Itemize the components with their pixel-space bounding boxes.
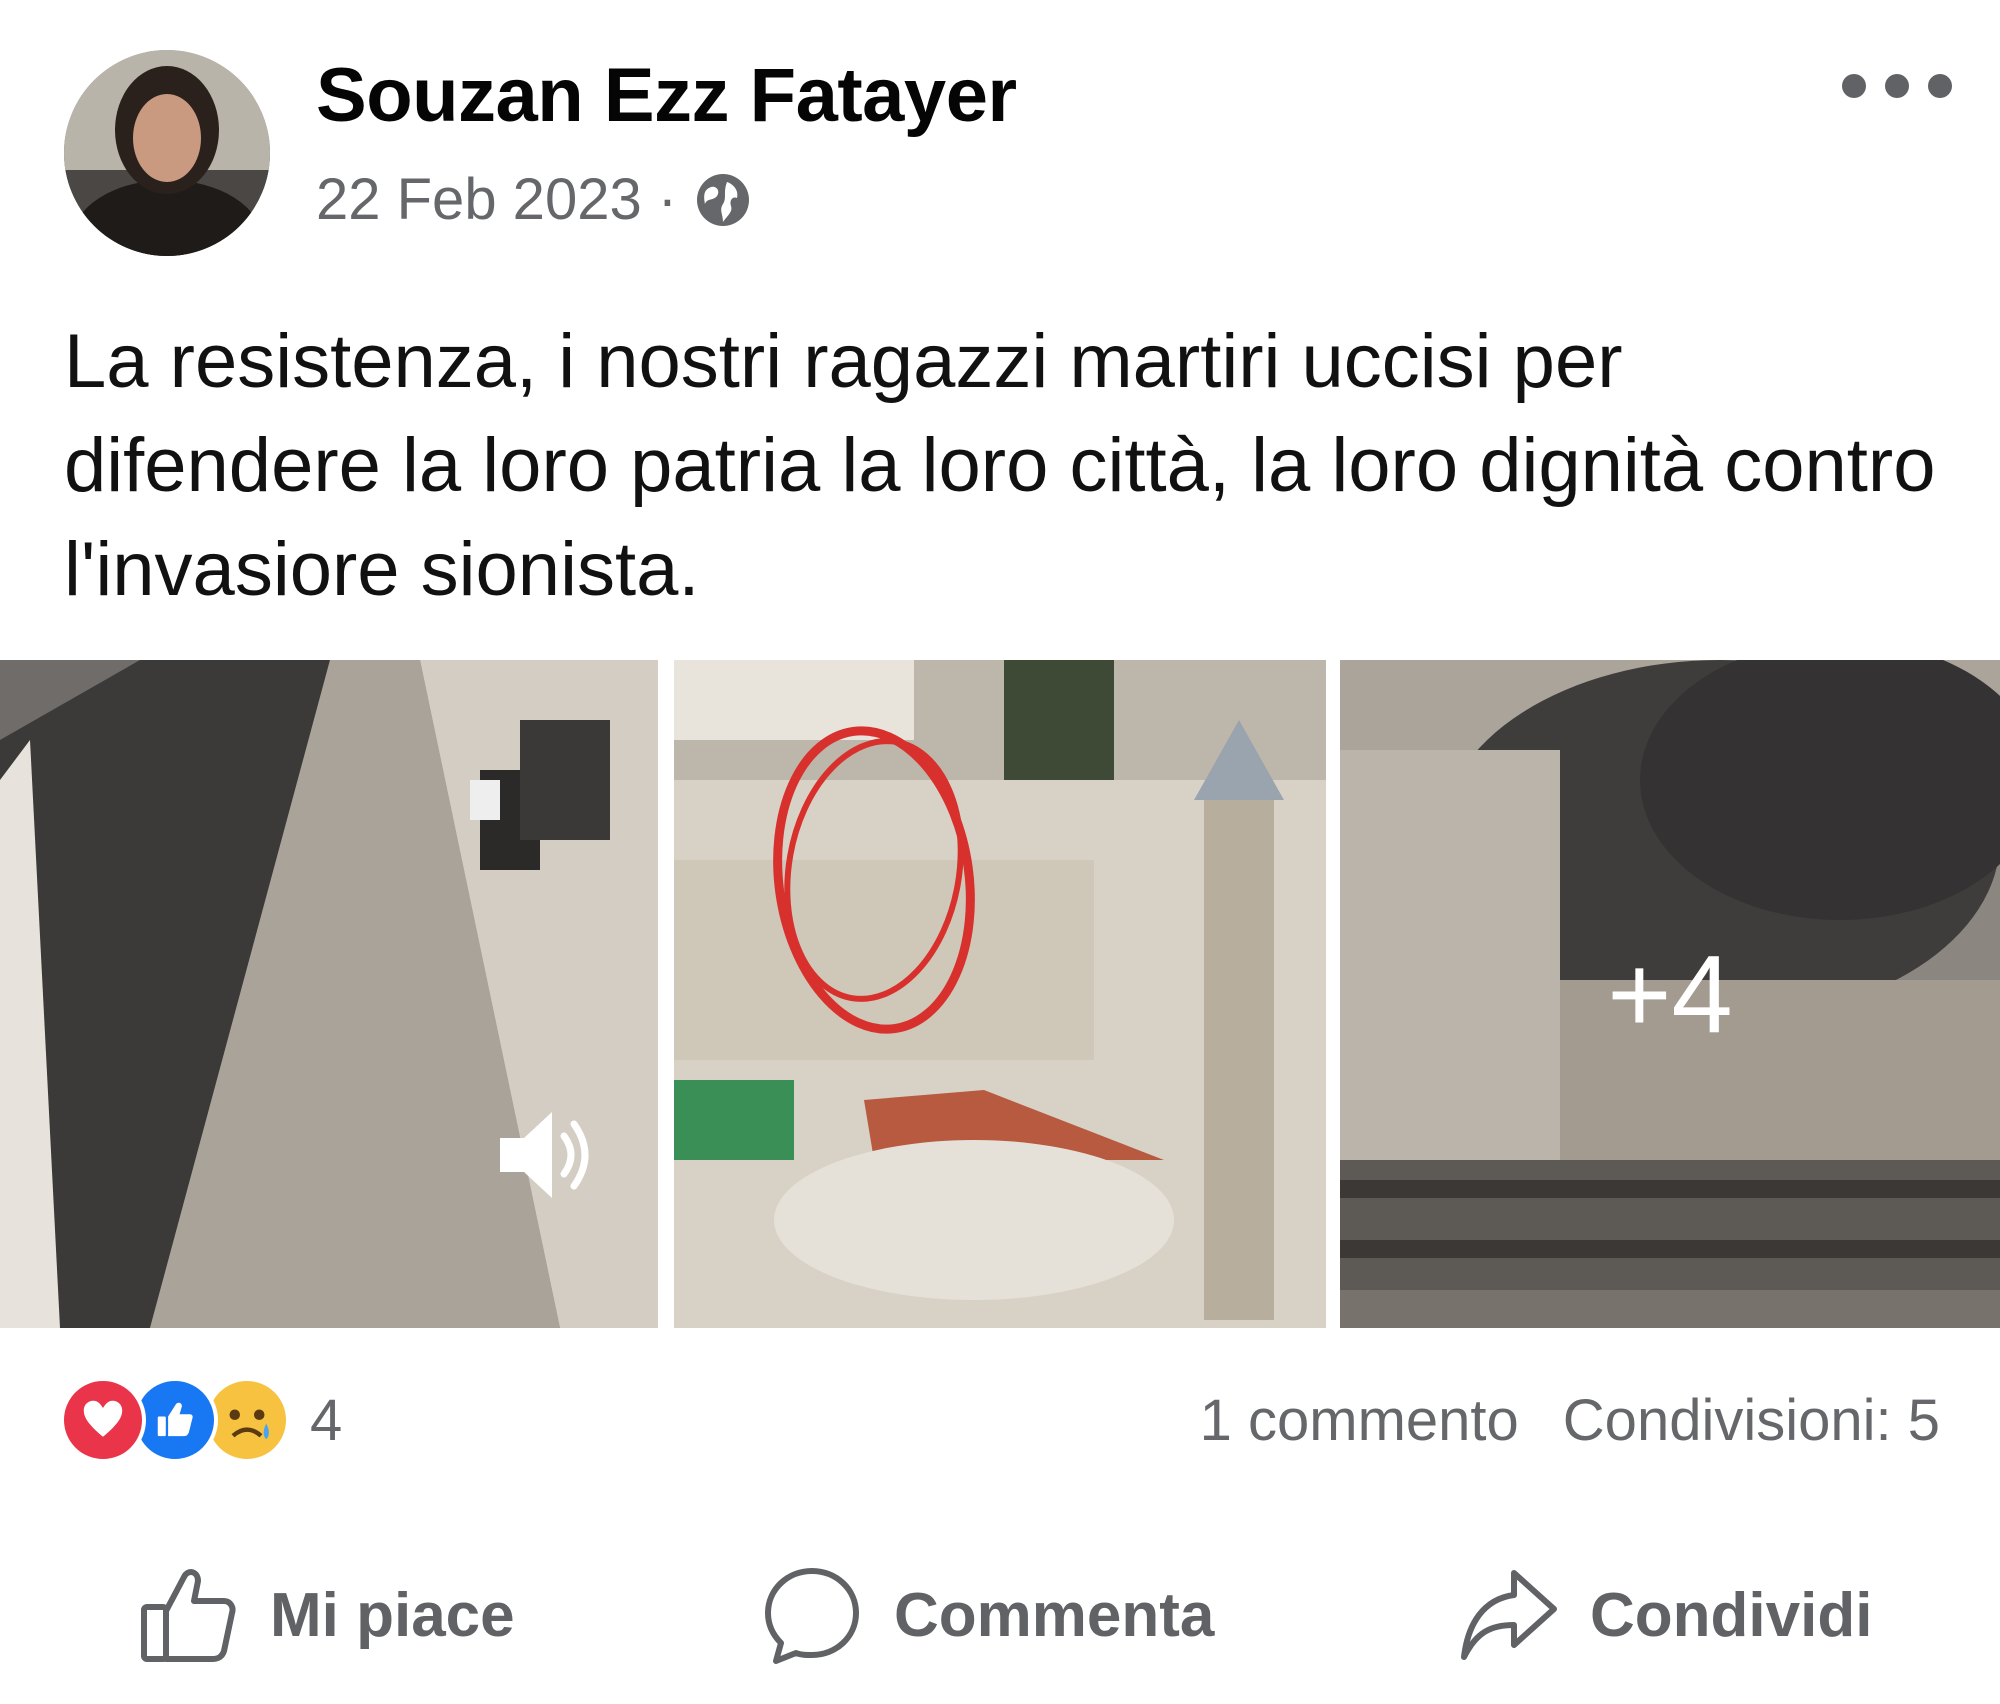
meta-separator: · <box>657 167 678 232</box>
more-options-button[interactable] <box>1842 66 1952 106</box>
love-icon <box>60 1377 146 1463</box>
post-meta: 22 Feb 2023 · <box>316 166 753 233</box>
thumbs-up-icon <box>141 1569 236 1662</box>
comments-count[interactable]: 1 commento <box>1200 1387 1519 1454</box>
post-text: La resistenza, i nostri ragazzi martiri … <box>64 319 1936 612</box>
reactions-summary[interactable]: 4 <box>60 1370 342 1470</box>
media-grid: +4 <box>0 660 2000 1328</box>
post-stats: 4 1 commento Condivisioni: 5 <box>60 1370 1940 1470</box>
media-photo-2[interactable] <box>674 660 1326 1328</box>
post-date[interactable]: 22 Feb 2023 <box>316 166 642 233</box>
globe-icon[interactable] <box>693 170 753 230</box>
media-video-1[interactable] <box>0 660 658 1328</box>
action-bar: Mi piace Commenta Condividi <box>0 1560 2000 1670</box>
share-button[interactable]: Condividi <box>1456 1560 1872 1670</box>
author-name[interactable]: Souzan Ezz Fatayer <box>316 52 1017 139</box>
comment-icon <box>765 1568 859 1664</box>
comment-button[interactable]: Commenta <box>760 1560 1214 1670</box>
media-photo-3[interactable]: +4 <box>1340 660 2000 1328</box>
dot <box>1928 74 1952 98</box>
like-label: Mi piace <box>270 1580 515 1650</box>
share-label: Condividi <box>1590 1580 1873 1650</box>
more-photos-count[interactable]: +4 <box>1340 660 2000 1328</box>
shares-count[interactable]: Condivisioni: 5 <box>1563 1387 1940 1454</box>
dot <box>1885 74 1909 98</box>
avatar[interactable] <box>64 50 270 256</box>
like-button[interactable]: Mi piace <box>136 1560 515 1670</box>
comment-label: Commenta <box>894 1580 1215 1650</box>
reaction-count: 4 <box>310 1387 343 1453</box>
facebook-post: Souzan Ezz Fatayer 22 Feb 2023 · La resi… <box>0 0 2000 1704</box>
volume-icon[interactable] <box>490 1100 600 1210</box>
engagement-counts: 1 commento Condivisioni: 5 <box>1200 1370 1940 1470</box>
dot <box>1842 74 1866 98</box>
share-icon <box>1461 1570 1557 1660</box>
